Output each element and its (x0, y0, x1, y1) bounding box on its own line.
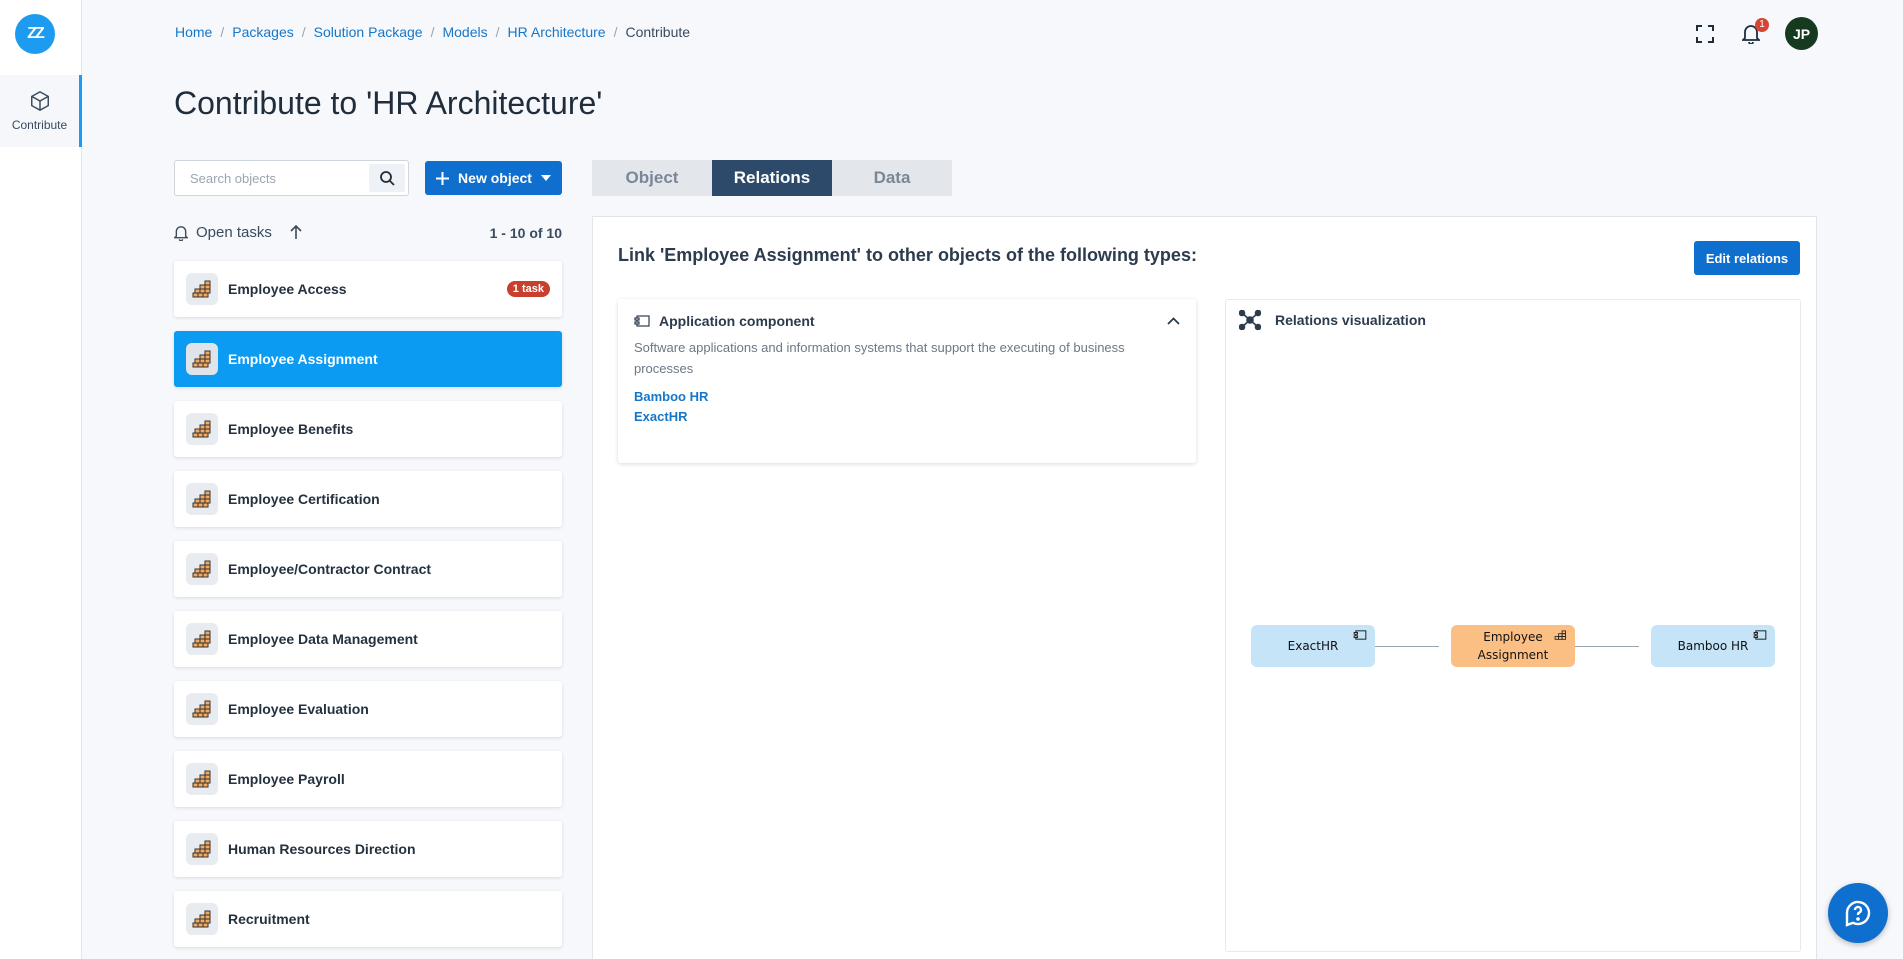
fullscreen-icon[interactable] (1693, 22, 1717, 46)
list-item[interactable]: Human Resources Direction (174, 821, 562, 877)
business-process-icon (186, 273, 218, 305)
plus-icon (436, 171, 450, 185)
task-badge: 1 task (506, 281, 550, 297)
app-logo[interactable]: ZZ (15, 14, 55, 54)
node-label: Bamboo HR (1677, 639, 1749, 653)
breadcrumb-packages[interactable]: Packages (232, 24, 293, 40)
cube-icon (30, 90, 49, 112)
breadcrumb-solution-package[interactable]: Solution Package (314, 24, 423, 40)
help-chat-button[interactable] (1828, 883, 1888, 943)
relation-link-exacthr[interactable]: ExactHR (634, 409, 1180, 424)
tab-relations[interactable]: Relations (712, 160, 832, 196)
business-process-icon (186, 413, 218, 445)
sort-ascending-icon[interactable] (290, 225, 302, 240)
list-item[interactable]: Employee Access 1 task (174, 261, 562, 317)
node-label: ExactHR (1287, 639, 1339, 653)
notification-count-badge: 1 (1755, 17, 1769, 32)
business-process-icon (186, 553, 218, 585)
business-process-icon (186, 483, 218, 515)
rail-item-contribute[interactable]: Contribute (0, 75, 82, 147)
business-process-icon (186, 623, 218, 655)
notifications-bell-icon[interactable]: 1 (1739, 17, 1769, 46)
edit-relations-button[interactable]: Edit relations (1694, 241, 1800, 275)
breadcrumb-hr-architecture[interactable]: HR Architecture (508, 24, 606, 40)
relations-visualization: Relations visualization ExactHR Employee… (1225, 299, 1801, 952)
business-process-icon (186, 903, 218, 935)
application-component-icon (1353, 630, 1367, 640)
new-object-button[interactable]: New object (425, 161, 562, 195)
node-label: Employee Assignment (1477, 630, 1549, 662)
list-item-name: Employee Benefits (228, 421, 354, 437)
list-item-name: Employee Evaluation (228, 701, 369, 717)
breadcrumb-current: Contribute (625, 24, 691, 40)
header-actions: 1 JP (1693, 17, 1818, 50)
object-list: Employee Access 1 task Employee Assignme… (174, 261, 562, 959)
business-process-icon (1554, 630, 1567, 640)
list-item-name: Employee Payroll (228, 771, 345, 787)
application-component-icon (1753, 630, 1767, 640)
search-input[interactable] (175, 161, 366, 195)
list-item[interactable]: Employee Benefits (174, 401, 562, 457)
breadcrumb-models[interactable]: Models (442, 24, 487, 40)
viz-title: Relations visualization (1275, 312, 1426, 328)
node-bamboo-hr[interactable]: Bamboo HR (1651, 625, 1775, 667)
application-component-section: Application component Software applicati… (618, 299, 1196, 463)
tasks-header: Open tasks 1 - 10 of 10 (174, 224, 562, 241)
business-process-icon (186, 833, 218, 865)
relations-panel: Link 'Employee Assignment' to other obje… (592, 216, 1817, 959)
list-item-name: Human Resources Direction (228, 841, 416, 857)
section-description: Software applications and information sy… (634, 340, 1125, 376)
tab-data[interactable]: Data (832, 160, 952, 196)
relation-edge (1575, 646, 1639, 647)
search-box (174, 160, 409, 196)
application-component-icon (634, 315, 650, 327)
network-graph-icon (1239, 310, 1261, 330)
list-item-name: Employee Data Management (228, 631, 418, 647)
chevron-up-icon[interactable] (1167, 317, 1180, 325)
bell-icon (174, 225, 188, 241)
section-header[interactable]: Application component (634, 313, 1180, 329)
node-employee-assignment[interactable]: Employee Assignment (1451, 625, 1575, 667)
open-tasks-label[interactable]: Open tasks (196, 224, 272, 241)
list-item[interactable]: Employee Certification (174, 471, 562, 527)
user-avatar[interactable]: JP (1785, 17, 1818, 50)
list-item[interactable]: Employee Payroll (174, 751, 562, 807)
left-rail: ZZ Contribute (0, 0, 82, 959)
search-button[interactable] (369, 164, 405, 192)
caret-down-icon (540, 175, 551, 181)
detail-tabs: Object Relations Data (592, 160, 952, 196)
breadcrumb: Home / Packages / Solution Package / Models… (175, 24, 691, 40)
business-process-icon (186, 693, 218, 725)
list-item-name: Recruitment (228, 911, 310, 927)
list-item[interactable]: Employee Data Management (174, 611, 562, 667)
list-item-name: Employee Assignment (228, 351, 378, 367)
chat-help-icon (1845, 900, 1871, 927)
list-item-selected[interactable]: Employee Assignment (174, 331, 562, 387)
relation-edge (1375, 646, 1439, 647)
list-item-name: Employee Access (228, 281, 347, 297)
pagination-count: 1 - 10 of 10 (489, 224, 562, 241)
business-process-icon (186, 763, 218, 795)
list-item-name: Employee/Contractor Contract (228, 561, 432, 577)
business-process-icon (186, 343, 218, 375)
list-item[interactable]: Employee Evaluation (174, 681, 562, 737)
page-title: Contribute to 'HR Architecture' (174, 85, 603, 121)
breadcrumb-home[interactable]: Home (175, 24, 212, 40)
tab-object[interactable]: Object (592, 160, 712, 196)
relation-link-bamboo-hr[interactable]: Bamboo HR (634, 389, 1180, 404)
list-item-name: Employee Certification (228, 491, 380, 507)
search-icon (380, 171, 395, 186)
node-exacthr[interactable]: ExactHR (1251, 625, 1375, 667)
viz-header: Relations visualization (1239, 310, 1426, 330)
new-object-label: New object (458, 170, 532, 186)
relations-title: Link 'Employee Assignment' to other obje… (618, 245, 1197, 265)
rail-item-label: Contribute (11, 118, 68, 132)
list-item[interactable]: Employee/Contractor Contract (174, 541, 562, 597)
section-type-label: Application component (659, 313, 815, 329)
list-item[interactable]: Recruitment (174, 891, 562, 947)
